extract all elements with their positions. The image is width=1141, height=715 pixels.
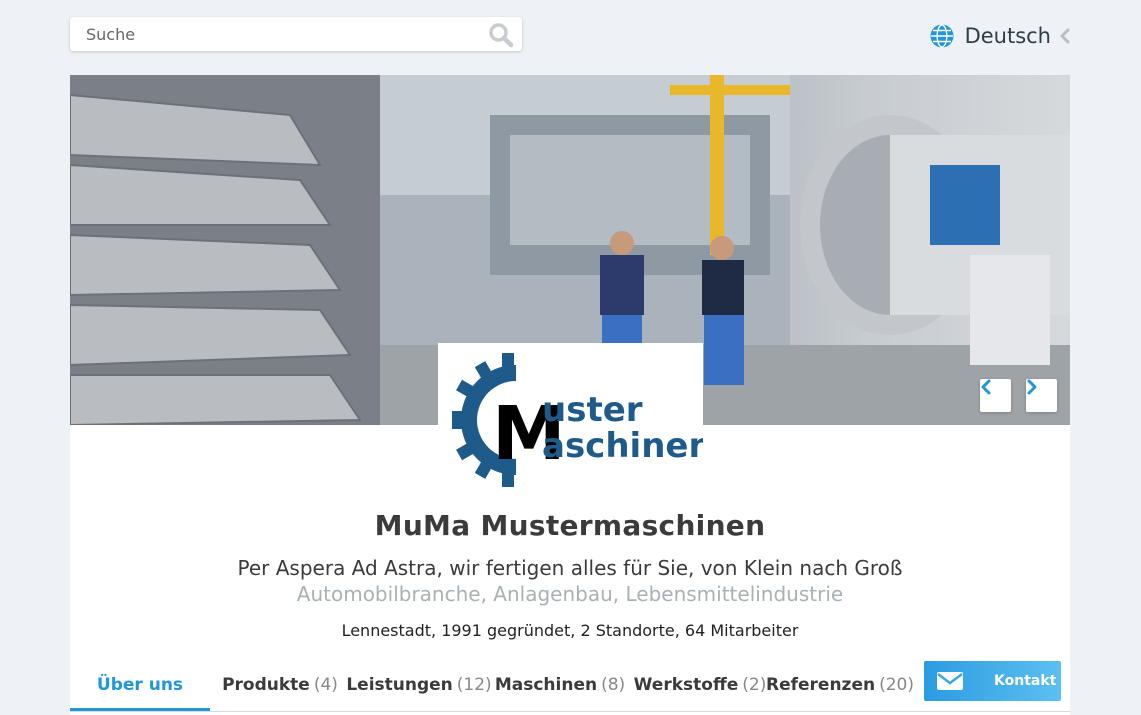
chevron-right-icon bbox=[1027, 379, 1037, 395]
tab-count: (8) bbox=[601, 675, 626, 695]
company-industries: Automobilbranche, Anlagenbau, Lebensmitt… bbox=[296, 582, 844, 606]
search-icon[interactable] bbox=[488, 22, 514, 48]
search-bar bbox=[70, 17, 522, 51]
contact-label: Kontakt bbox=[994, 673, 1057, 689]
tab-label: Referenzen bbox=[766, 675, 876, 695]
tab-ueber-uns[interactable]: Über uns bbox=[70, 661, 210, 711]
tab-referenzen[interactable]: Referenzen (20) bbox=[766, 661, 914, 709]
tab-produkte[interactable]: Produkte (4) bbox=[220, 661, 340, 709]
tab-label: Maschinen bbox=[494, 675, 598, 695]
tab-count: (20) bbox=[879, 675, 914, 695]
company-facts: Lennestadt, 1991 gegründet, 2 Standorte,… bbox=[341, 621, 799, 640]
search-input[interactable] bbox=[70, 17, 476, 51]
tab-werkstoffe[interactable]: Werkstoffe (2) bbox=[633, 661, 767, 709]
tab-label: Leistungen bbox=[346, 675, 453, 695]
logo-line1: uster bbox=[542, 390, 643, 430]
tab-leistungen[interactable]: Leistungen (12) bbox=[346, 661, 491, 709]
tab-maschinen[interactable]: Maschinen (8) bbox=[494, 661, 626, 709]
slider-next-button[interactable] bbox=[1026, 379, 1057, 412]
tab-count: (2) bbox=[742, 675, 767, 695]
logo-line2: aschinen bbox=[542, 426, 703, 466]
globe-icon bbox=[930, 24, 954, 48]
company-slogan: Per Aspera Ad Astra, wir fertigen alles … bbox=[237, 556, 903, 580]
tab-label: Produkte bbox=[222, 675, 310, 695]
envelope-icon bbox=[937, 672, 963, 690]
chevron-left-icon bbox=[1060, 28, 1070, 44]
tab-count: (12) bbox=[456, 675, 492, 695]
tab-label: Werkstoffe bbox=[633, 675, 739, 695]
profile-tabs: Über uns Produkte (4) Leistungen (12) Ma… bbox=[70, 661, 1070, 712]
company-name: MuMa Mustermaschinen bbox=[374, 509, 766, 542]
tab-label: Über uns bbox=[96, 675, 184, 695]
contact-button[interactable]: Kontakt bbox=[924, 661, 1061, 701]
tab-count: (4) bbox=[313, 675, 338, 695]
language-selector[interactable]: Deutsch bbox=[930, 20, 1071, 52]
company-profile-card: M uster aschinen MuMa Mustermaschinen Pe… bbox=[70, 75, 1070, 715]
slider-prev-button[interactable] bbox=[980, 379, 1011, 412]
language-label: Deutsch bbox=[964, 24, 1051, 48]
chevron-left-icon bbox=[981, 379, 991, 395]
company-logo: M uster aschinen bbox=[438, 343, 713, 498]
